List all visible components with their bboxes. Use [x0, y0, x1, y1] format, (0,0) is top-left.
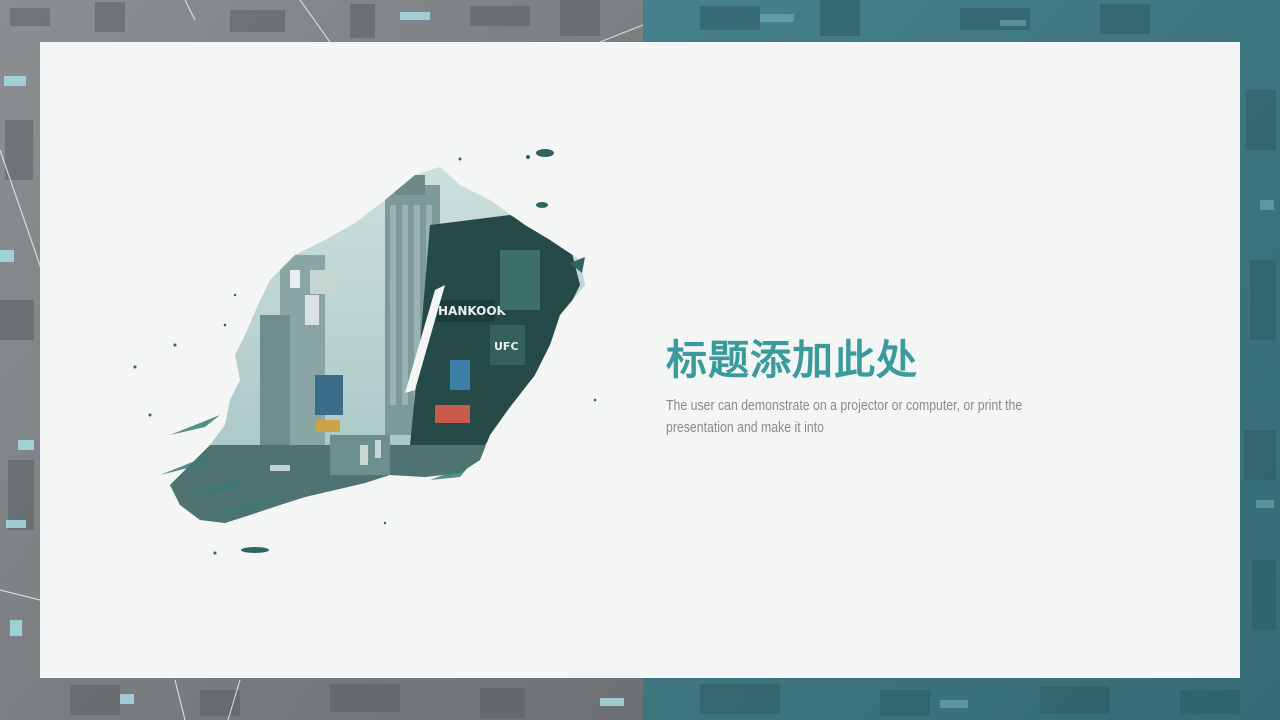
- slide-subtitle: The user can demonstrate on a projector …: [666, 397, 1023, 436]
- svg-text:UFC: UFC: [494, 340, 519, 353]
- city-street-brush-image: HANKOOK UFC: [133, 149, 597, 555]
- svg-text:HANKOOK: HANKOOK: [438, 304, 507, 318]
- slide-title: 标题添加此处: [666, 336, 918, 384]
